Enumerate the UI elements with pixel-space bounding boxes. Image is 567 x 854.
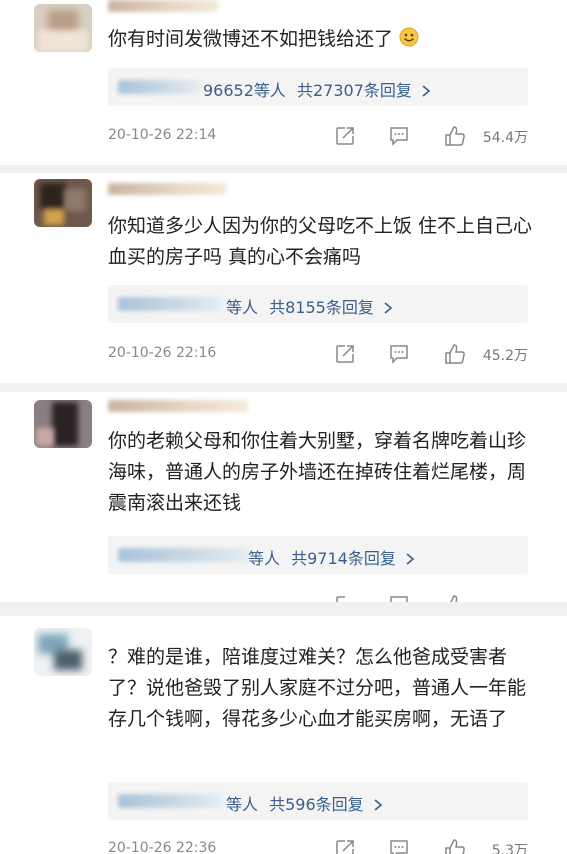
- comment-icon[interactable]: [388, 594, 410, 602]
- comment-text-row: 你有时间发微博还不如把钱给还了: [108, 24, 538, 55]
- avatar[interactable]: [34, 400, 92, 448]
- replies-summary: 等人 共9714条回复: [248, 545, 415, 569]
- replies-preview[interactable]: 等人 共596条回复: [108, 782, 528, 820]
- comment-icon[interactable]: [388, 343, 410, 365]
- comment-icon[interactable]: [388, 125, 410, 147]
- replies-tail: 96652等人: [203, 81, 286, 100]
- replies-tail: 等人: [248, 549, 281, 568]
- share-icon[interactable]: [334, 343, 356, 365]
- comment-meta: 20-10-26 22:14 54.4万: [108, 125, 528, 147]
- comment-card: 你知道多少人因为你的父母吃不上饭 住不上自己心血买的房子吗 真的心不会痛吗 等人…: [0, 173, 567, 383]
- comment-meta: 20-10-26 22:16 45.2万: [108, 343, 528, 365]
- replier-names-blurred: [118, 297, 222, 311]
- thumbs-up-icon[interactable]: [444, 125, 466, 147]
- replies-preview[interactable]: 等人 共8155条回复: [108, 285, 528, 323]
- like-count: 45.2万: [482, 348, 528, 364]
- replies-tail: 等人: [226, 298, 259, 317]
- replies-count-link[interactable]: 共596条回复: [269, 795, 364, 814]
- comment-card: 你有时间发微博还不如把钱给还了 96652等人 共27307条回复 20-10-…: [0, 0, 567, 165]
- timestamp: 20-10-26 22:14: [108, 127, 217, 143]
- avatar[interactable]: [34, 179, 92, 227]
- chevron-right-icon: [374, 799, 382, 811]
- username[interactable]: [108, 400, 248, 412]
- timestamp: 20-10-26 22:16: [108, 345, 217, 361]
- chevron-right-icon: [384, 302, 393, 314]
- replies-count-link[interactable]: 共27307条回复: [297, 81, 412, 100]
- avatar[interactable]: [34, 628, 92, 676]
- comment-text: 你的老赖父母和你住着大别墅，穿着名牌吃着山珍海味，普通人的房子外墙还在掉砖住着烂…: [108, 430, 527, 514]
- comment-text: 你知道多少人因为你的父母吃不上饭 住不上自己心血买的房子吗 真的心不会痛吗: [108, 215, 533, 268]
- comment-text: ？难的是谁，陪谁度过难关？怎么他爸成受害者了？说他爸毁了别人家庭不过分吧，普通人…: [108, 646, 527, 730]
- comment-card: 你的老赖父母和你住着大别墅，穿着名牌吃着山珍海味，普通人的房子外墙还在掉砖住着烂…: [0, 392, 567, 602]
- replies-count-link[interactable]: 共9714条回复: [291, 549, 396, 568]
- timestamp: 20-10-26 22:36: [108, 840, 217, 854]
- comment-icon[interactable]: [388, 838, 410, 854]
- replies-preview[interactable]: 96652等人 共27307条回复: [108, 68, 528, 106]
- replier-names-blurred: [118, 794, 222, 808]
- comment-text: 你有时间发微博还不如把钱给还了: [108, 28, 394, 50]
- comment-meta-clipped: [108, 594, 528, 602]
- replies-summary: 96652等人 共27307条回复: [203, 77, 431, 101]
- chevron-right-icon: [422, 85, 431, 97]
- share-icon[interactable]: [334, 594, 356, 602]
- grinning-face-emoji: [399, 27, 419, 47]
- thumbs-up-icon[interactable]: [444, 343, 466, 365]
- replier-names-blurred: [118, 548, 248, 562]
- thumbs-up-icon[interactable]: [444, 594, 466, 602]
- replier-names-blurred: [118, 80, 200, 94]
- comment-meta: 20-10-26 22:36 5.3万: [108, 838, 528, 854]
- share-icon[interactable]: [334, 125, 356, 147]
- thumbs-up-icon[interactable]: [444, 838, 466, 854]
- replies-preview[interactable]: 等人 共9714条回复: [108, 536, 528, 574]
- comment-card: ？难的是谁，陪谁度过难关？怎么他爸成受害者了？说他爸毁了别人家庭不过分吧，普通人…: [0, 616, 567, 854]
- share-icon[interactable]: [334, 838, 356, 854]
- avatar[interactable]: [34, 4, 92, 52]
- username[interactable]: [108, 0, 218, 12]
- replies-count-link[interactable]: 共8155条回复: [269, 298, 374, 317]
- replies-summary: 等人 共596条回复: [226, 791, 383, 815]
- chevron-right-icon: [406, 553, 415, 565]
- like-count: 54.4万: [482, 130, 528, 146]
- like-count: 5.3万: [491, 843, 528, 854]
- replies-summary: 等人 共8155条回复: [226, 294, 393, 318]
- replies-tail: 等人: [226, 795, 259, 814]
- username[interactable]: [108, 183, 226, 195]
